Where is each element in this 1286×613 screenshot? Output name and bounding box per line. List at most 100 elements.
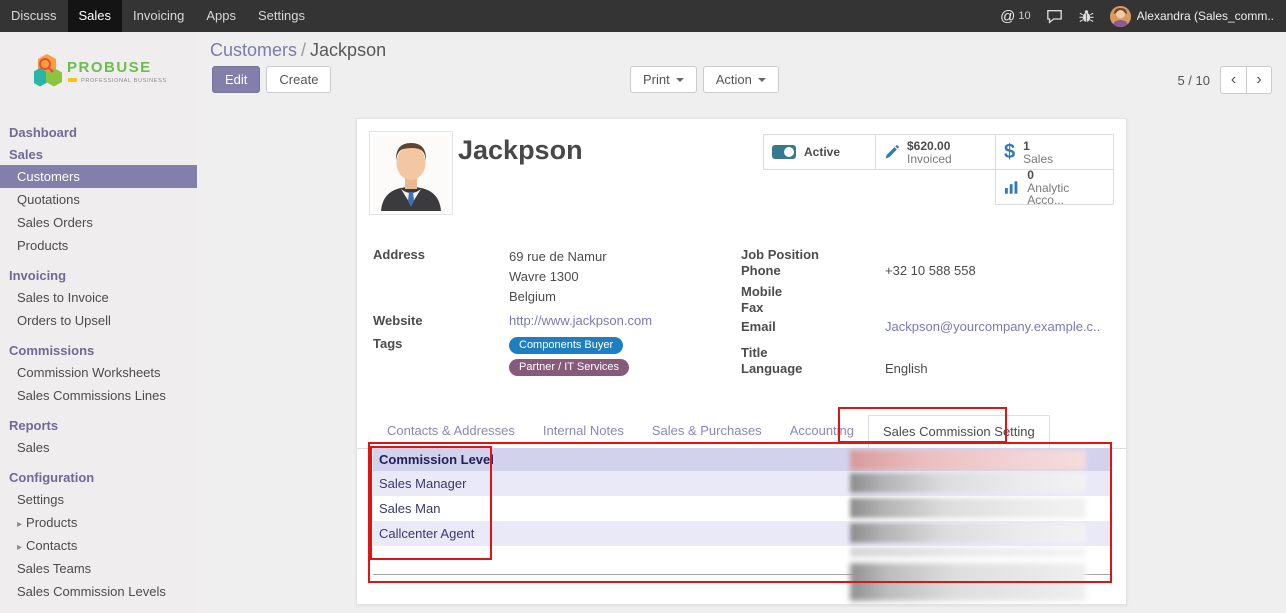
tab-accounting[interactable]: Accounting	[776, 415, 868, 448]
action-button[interactable]: Action	[703, 66, 779, 93]
redacted-footer-value	[850, 563, 1086, 601]
table-row[interactable]: Callcenter Agent	[373, 521, 1112, 546]
email-field: Email Jackpson@yourcompany.example.c..	[741, 319, 1113, 345]
commission-level-cell: Callcenter Agent	[379, 526, 474, 541]
mentions-button[interactable]: @ 10	[1000, 8, 1030, 25]
sidebar-section-dashboard[interactable]: Dashboard	[0, 121, 197, 143]
menu-discuss[interactable]: Discuss	[0, 0, 68, 32]
right-field-group: Job Position Phone +32 10 588 558 Mobile…	[741, 247, 1113, 377]
title-field: Title	[741, 345, 1113, 361]
sidebar-item-sales-orders[interactable]: Sales Orders	[0, 211, 197, 234]
bar-chart-icon	[1004, 180, 1019, 195]
mobile-label: Mobile	[741, 284, 885, 299]
breadcrumb-current: Jackpson	[310, 40, 386, 60]
invoiced-value: $620.00	[907, 140, 952, 152]
sidebar-item-sales-teams[interactable]: Sales Teams	[0, 557, 197, 580]
sidebar-item-label: Products	[26, 515, 77, 530]
sidebar-item-settings[interactable]: Settings	[0, 488, 197, 511]
sidebar-section-invoicing[interactable]: Invoicing	[0, 264, 197, 286]
breadcrumb: Customers/Jackpson	[210, 40, 386, 61]
sidebar-item-orders-to-upsell[interactable]: Orders to Upsell	[0, 309, 197, 332]
tab-internal-notes[interactable]: Internal Notes	[529, 415, 638, 448]
table-row[interactable]: Sales Man	[373, 496, 1112, 521]
sidebar-item-label: Contacts	[26, 538, 77, 553]
job-position-field: Job Position	[741, 247, 1113, 263]
tags-label: Tags	[373, 336, 509, 351]
customer-photo[interactable]	[369, 131, 453, 215]
pager-previous-button[interactable]: ‹	[1220, 66, 1246, 94]
sales-count-value: 1	[1023, 140, 1053, 152]
fax-field: Fax	[741, 300, 1113, 319]
address-label: Address	[373, 247, 509, 262]
edit-button[interactable]: Edit	[212, 66, 260, 93]
sidebar-item-customers[interactable]: Customers	[0, 165, 197, 188]
table-row[interactable]: Sales Manager	[373, 471, 1112, 496]
sidebar-section-sales[interactable]: Sales	[0, 143, 197, 165]
commission-level-header-label: Commission Level	[379, 452, 494, 467]
website-link[interactable]: http://www.jackpson.com	[509, 313, 652, 328]
mention-count: 10	[1018, 10, 1030, 22]
chat-bubble-icon[interactable]	[1046, 9, 1063, 24]
language-value: English	[885, 361, 928, 376]
tab-sales-purchases[interactable]: Sales & Purchases	[638, 415, 776, 448]
sidebar-item-commission-worksheets[interactable]: Commission Worksheets	[0, 361, 197, 384]
user-menu[interactable]: Alexandra (Sales_comm..	[1110, 6, 1274, 27]
at-icon: @	[1000, 8, 1015, 25]
redacted-value	[850, 523, 1086, 543]
sidebar-item-config-products[interactable]: ▸ Products	[0, 511, 197, 534]
analytic-count-value: 0	[1027, 169, 1105, 181]
language-label: Language	[741, 361, 885, 376]
sidebar-item-quotations[interactable]: Quotations	[0, 188, 197, 211]
sidebar-section-reports[interactable]: Reports	[0, 414, 197, 436]
tag-components-buyer[interactable]: Components Buyer	[509, 337, 623, 354]
phone-value: +32 10 588 558	[885, 263, 976, 278]
sidebar-section-commissions[interactable]: Commissions	[0, 339, 197, 361]
sidebar: PROBUSE PROFESSIONAL BUSINESS Dashboard …	[0, 32, 197, 613]
sidebar-item-products[interactable]: Products	[0, 234, 197, 257]
top-menu: Discuss Sales Invoicing Apps Settings	[0, 0, 316, 32]
user-name: Alexandra (Sales_comm..	[1137, 9, 1274, 23]
menu-apps[interactable]: Apps	[195, 0, 247, 32]
sidebar-item-sales-commissions-lines[interactable]: Sales Commissions Lines	[0, 384, 197, 407]
app-logo[interactable]: PROBUSE PROFESSIONAL BUSINESS	[0, 32, 197, 121]
create-button[interactable]: Create	[266, 66, 331, 93]
logo-subtitle: PROFESSIONAL BUSINESS	[81, 78, 166, 84]
pager-next-button[interactable]: ›	[1246, 66, 1272, 94]
menu-invoicing[interactable]: Invoicing	[122, 0, 195, 32]
commission-level-cell: Sales Manager	[379, 476, 466, 491]
sidebar-section-configuration[interactable]: Configuration	[0, 466, 197, 488]
active-toggle-button[interactable]: Active	[763, 134, 876, 170]
print-label: Print	[643, 72, 670, 87]
email-link[interactable]: Jackpson@yourcompany.example.c..	[885, 319, 1100, 334]
job-position-label: Job Position	[741, 247, 885, 262]
address-field: Address 69 rue de Namur Wavre 1300 Belgi…	[373, 247, 718, 307]
menu-settings[interactable]: Settings	[247, 0, 316, 32]
invoiced-stat-button[interactable]: $620.00 Invoiced	[875, 134, 996, 170]
caret-down-icon	[676, 78, 684, 82]
customer-form: Jackpson Active $620.00 Invoiced $ 1 Sal…	[356, 118, 1127, 605]
sales-count-label: Sales	[1023, 153, 1053, 165]
sidebar-item-sales-to-invoice[interactable]: Sales to Invoice	[0, 286, 197, 309]
phone-label: Phone	[741, 263, 885, 278]
tab-sales-commission-setting[interactable]: Sales Commission Setting	[868, 415, 1050, 449]
fax-label: Fax	[741, 300, 885, 315]
bug-icon[interactable]	[1078, 9, 1095, 24]
tag-partner-it-services[interactable]: Partner / IT Services	[509, 359, 629, 376]
analytic-stat-button[interactable]: 0 Analytic Acco...	[995, 169, 1114, 205]
customer-name: Jackpson	[458, 135, 583, 166]
top-navbar: Discuss Sales Invoicing Apps Settings @ …	[0, 0, 1286, 32]
print-button[interactable]: Print	[630, 66, 697, 93]
breadcrumb-customers[interactable]: Customers	[210, 40, 297, 60]
redacted-value	[850, 473, 1086, 493]
title-label: Title	[741, 345, 885, 360]
sidebar-item-config-contacts[interactable]: ▸Contacts	[0, 534, 197, 557]
tab-contacts-addresses[interactable]: Contacts & Addresses	[373, 415, 529, 448]
menu-sales[interactable]: Sales	[68, 0, 123, 32]
redacted-value	[850, 498, 1086, 518]
sidebar-item-sales-commission-levels[interactable]: Sales Commission Levels	[0, 580, 197, 603]
sidebar-item-reports-sales[interactable]: Sales	[0, 436, 197, 459]
sales-stat-button[interactable]: $ 1 Sales	[995, 134, 1114, 170]
email-label: Email	[741, 319, 885, 334]
website-label: Website	[373, 313, 509, 328]
expand-icon: ▸	[17, 519, 22, 530]
